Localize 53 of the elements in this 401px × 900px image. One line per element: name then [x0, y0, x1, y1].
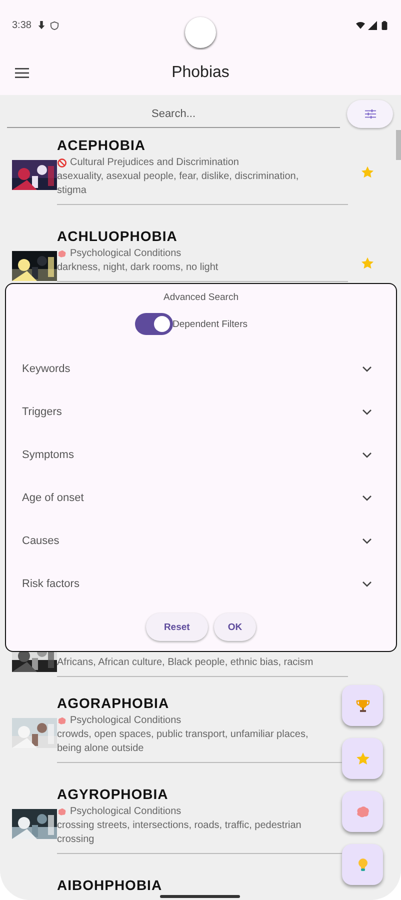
dialog-title: Advanced Search — [164, 292, 238, 303]
chevron-down-icon — [362, 494, 372, 500]
ok-button[interactable]: OK — [214, 613, 256, 641]
category-label: Psychological Conditions — [70, 247, 182, 261]
sliders-icon — [364, 109, 376, 119]
category-label: Psychological Conditions — [70, 714, 182, 728]
toggle-label: Dependent Filters — [172, 318, 248, 330]
filter-dropdown[interactable]: Causes — [22, 519, 380, 562]
fab-button[interactable] — [342, 685, 383, 726]
star-icon[interactable] — [360, 165, 375, 180]
keywords-text: Africans, African culture, Black people, ethnic bias, racism — [57, 656, 314, 670]
battery-icon — [380, 20, 389, 30]
wifi-icon — [356, 20, 365, 30]
menu-icon[interactable] — [15, 68, 29, 78]
toggle-switch[interactable] — [134, 313, 172, 335]
filter-dropdown[interactable]: Keywords — [22, 347, 380, 390]
home-indicator[interactable] — [160, 895, 240, 898]
fab-button[interactable] — [342, 791, 383, 832]
keywords-text: asexuality, asexual people, fear, dislike, discrimination, stigma — [57, 170, 300, 198]
scrollbar[interactable] — [396, 130, 401, 160]
phobia-title: AIBOHPHOBIA — [57, 878, 162, 893]
signal-icon — [368, 20, 377, 30]
phobia-title: ACHLUOPHOBIA — [57, 229, 178, 244]
category-label: Psychological Conditions — [70, 805, 182, 819]
phobia-title: AGYROPHOBIA — [57, 787, 168, 802]
filter-dropdown[interactable]: Symptoms — [22, 433, 380, 476]
phobia-title: ACEPHOBIA — [57, 138, 146, 153]
fab-button[interactable] — [342, 844, 383, 885]
shield-icon — [50, 20, 60, 30]
chevron-down-icon — [362, 580, 372, 586]
filter-dropdown[interactable]: Age of onset — [22, 476, 380, 519]
trophy-icon — [354, 698, 370, 714]
chevron-down-icon — [362, 366, 372, 372]
status-time: 3:38 — [12, 20, 32, 30]
fab-button[interactable] — [342, 738, 383, 779]
search-field[interactable]: Search... — [7, 100, 340, 128]
filter-dropdown[interactable]: Risk factors — [22, 562, 380, 605]
filter-button[interactable] — [347, 100, 393, 128]
app-title: Phobias — [170, 64, 230, 82]
star-icon — [354, 750, 370, 766]
prohibited-icon — [57, 158, 67, 168]
download-icon — [37, 20, 46, 30]
category-label: Cultural Prejudices and Discrimination — [70, 156, 239, 170]
keywords-text: crossing streets, intersections, roads, traffic, pedestrian crossing — [57, 819, 302, 847]
chevron-down-icon — [362, 452, 372, 458]
keywords-text: crowds, open spaces, public transport, unfamiliar places, being alone outside — [57, 728, 310, 756]
chevron-down-icon — [362, 538, 372, 544]
star-icon[interactable] — [360, 256, 375, 271]
chevron-down-icon — [362, 408, 372, 414]
filter-dropdown[interactable]: Triggers — [22, 390, 380, 433]
reset-button[interactable]: Reset — [146, 613, 208, 641]
phobia-title: AGORAPHOBIA — [57, 696, 170, 711]
keywords-text: darkness, night, dark rooms, no light — [57, 261, 220, 275]
